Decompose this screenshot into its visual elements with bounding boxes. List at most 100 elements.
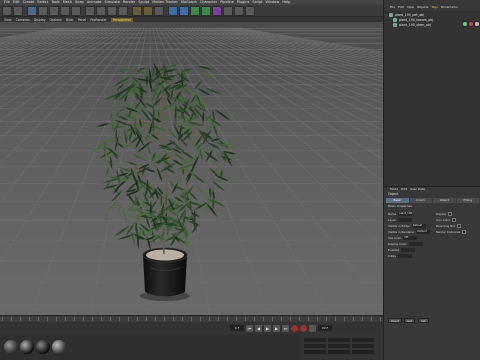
- viewport-menu-item[interactable]: Display: [34, 18, 46, 22]
- object-manager-menu: File Edit View Objects Tags Bookmarks: [384, 5, 480, 10]
- render-view-button[interactable]: [132, 5, 142, 16]
- property-value[interactable]: Default: [411, 224, 426, 228]
- property-label: Visible in Editor: [388, 224, 410, 228]
- property-row: Display: [436, 212, 452, 216]
- polygon-object-icon: [393, 22, 397, 27]
- next-key-button[interactable]: ▶: [273, 324, 280, 332]
- object-menu-item[interactable]: View: [407, 5, 414, 10]
- property-value[interactable]: [398, 254, 413, 258]
- object-manager-list[interactable]: plant_195_pot_obj plant_195_leaves_obj p…: [384, 11, 480, 186]
- object-row[interactable]: plant_195_stem_obj: [393, 22, 431, 27]
- material-swatch[interactable]: [20, 340, 34, 354]
- attribute-menu-item[interactable]: User Data: [410, 187, 425, 191]
- timeline-ruler[interactable]: [0, 315, 383, 322]
- attribute-tab[interactable]: Coord.: [409, 198, 432, 203]
- visibility-dot-icon[interactable]: [463, 22, 467, 26]
- object-menu-item[interactable]: Objects: [417, 5, 428, 10]
- material-tag-icon[interactable]: [469, 22, 473, 26]
- property-checkbox[interactable]: [448, 212, 452, 216]
- get-button[interactable]: Get: [404, 318, 415, 323]
- light-button[interactable]: [245, 5, 255, 16]
- main-toolbar: [0, 5, 383, 17]
- end-frame-field[interactable]: 90 F: [318, 325, 332, 331]
- redo-button[interactable]: [13, 5, 23, 16]
- z-axis-button[interactable]: [107, 5, 117, 16]
- render-picture-viewer-button[interactable]: [143, 5, 153, 16]
- phong-tag-icon[interactable]: [475, 22, 479, 26]
- property-row: Name plant_195: [388, 212, 413, 216]
- material-swatch[interactable]: [4, 340, 18, 354]
- x-axis-button[interactable]: [85, 5, 95, 16]
- viewport-menu-item[interactable]: Options: [50, 18, 62, 22]
- deformer-button[interactable]: [212, 5, 222, 16]
- property-value[interactable]: Default: [416, 230, 431, 234]
- property-checkbox[interactable]: [462, 230, 466, 234]
- property-value[interactable]: Off: [403, 236, 418, 240]
- previous-key-button[interactable]: ◀: [255, 324, 262, 332]
- current-frame-field[interactable]: 0 F: [230, 325, 244, 331]
- viewport-menu-item[interactable]: View: [4, 18, 12, 22]
- camera-button[interactable]: [234, 5, 244, 16]
- property-label: Visible in Renderer: [388, 230, 415, 234]
- property-label: Bounding Box: [436, 224, 456, 228]
- scale-tool-button[interactable]: [49, 5, 59, 16]
- set-button[interactable]: Set: [418, 318, 429, 323]
- attribute-tabs: Basic Coord. Object Phong: [386, 198, 479, 203]
- live-select-button[interactable]: [27, 5, 37, 16]
- property-value[interactable]: [401, 248, 416, 252]
- viewport-menu-item[interactable]: Panel: [78, 18, 87, 22]
- recent-tools-button[interactable]: [71, 5, 81, 16]
- attribute-menu-item[interactable]: Mode: [390, 187, 398, 191]
- property-value[interactable]: [397, 218, 412, 222]
- attribute-tab[interactable]: Object: [433, 198, 456, 203]
- property-row: Layer: [388, 218, 412, 222]
- rotate-tool-button[interactable]: [60, 5, 70, 16]
- viewport-menu-item[interactable]: Filter: [66, 18, 74, 22]
- undo-button[interactable]: [2, 5, 12, 16]
- move-tool-button[interactable]: [38, 5, 48, 16]
- property-value[interactable]: [408, 242, 423, 246]
- viewport-menu-item[interactable]: Cameras: [16, 18, 30, 22]
- coord-row-position[interactable]: [304, 338, 379, 342]
- object-menu-item[interactable]: Tags: [431, 5, 438, 10]
- attribute-tab[interactable]: Phong: [456, 198, 479, 203]
- object-tags: [463, 22, 479, 26]
- pen-button[interactable]: [179, 5, 189, 16]
- property-checkbox[interactable]: [452, 218, 456, 222]
- go-to-start-button[interactable]: ⏮: [246, 324, 253, 332]
- cube-button[interactable]: [168, 5, 178, 16]
- property-row: Icon Color: [436, 218, 456, 222]
- viewport-menu-item[interactable]: ProRender: [90, 18, 106, 22]
- property-value[interactable]: plant_195: [398, 212, 413, 216]
- material-swatch[interactable]: [36, 340, 50, 354]
- play-button[interactable]: ▶: [264, 324, 271, 332]
- coord-row-rotation[interactable]: [304, 350, 379, 354]
- reset-button[interactable]: Reset: [388, 318, 402, 323]
- attribute-tab[interactable]: Basic: [386, 198, 409, 203]
- keyframe-selection-button[interactable]: [309, 324, 316, 332]
- viewport-scene: [0, 22, 383, 315]
- attribute-manager-menu: Mode Edit User Data: [384, 186, 480, 191]
- perspective-viewport[interactable]: [0, 22, 383, 315]
- object-menu-item[interactable]: Edit: [398, 5, 404, 10]
- attribute-menu-item[interactable]: Edit: [401, 187, 407, 191]
- render-settings-button[interactable]: [154, 5, 164, 16]
- playback-controls: 0 F ⏮ ◀ ▶ ▶ ⏭ 90 F: [0, 322, 383, 334]
- property-checkbox[interactable]: [457, 224, 461, 228]
- subdivision-button[interactable]: [190, 5, 200, 16]
- material-swatch[interactable]: [52, 340, 66, 354]
- coordinate-system-button[interactable]: [118, 5, 128, 16]
- object-menu-item[interactable]: Bookmarks: [441, 5, 458, 10]
- object-menu-item[interactable]: File: [390, 5, 395, 10]
- go-to-end-button[interactable]: ⏭: [282, 324, 289, 332]
- property-label: Enabled: [388, 248, 400, 252]
- property-label: Display: [436, 212, 447, 216]
- array-button[interactable]: [201, 5, 211, 16]
- floor-button[interactable]: [223, 5, 233, 16]
- y-axis-button[interactable]: [96, 5, 106, 16]
- record-button[interactable]: [291, 324, 298, 332]
- right-panel: File Edit View Objects Tags Bookmarks plant_1…: [383, 0, 480, 360]
- autokey-button[interactable]: [300, 324, 307, 332]
- property-row: Use Color Off: [388, 236, 418, 240]
- coord-row-size[interactable]: [304, 344, 379, 348]
